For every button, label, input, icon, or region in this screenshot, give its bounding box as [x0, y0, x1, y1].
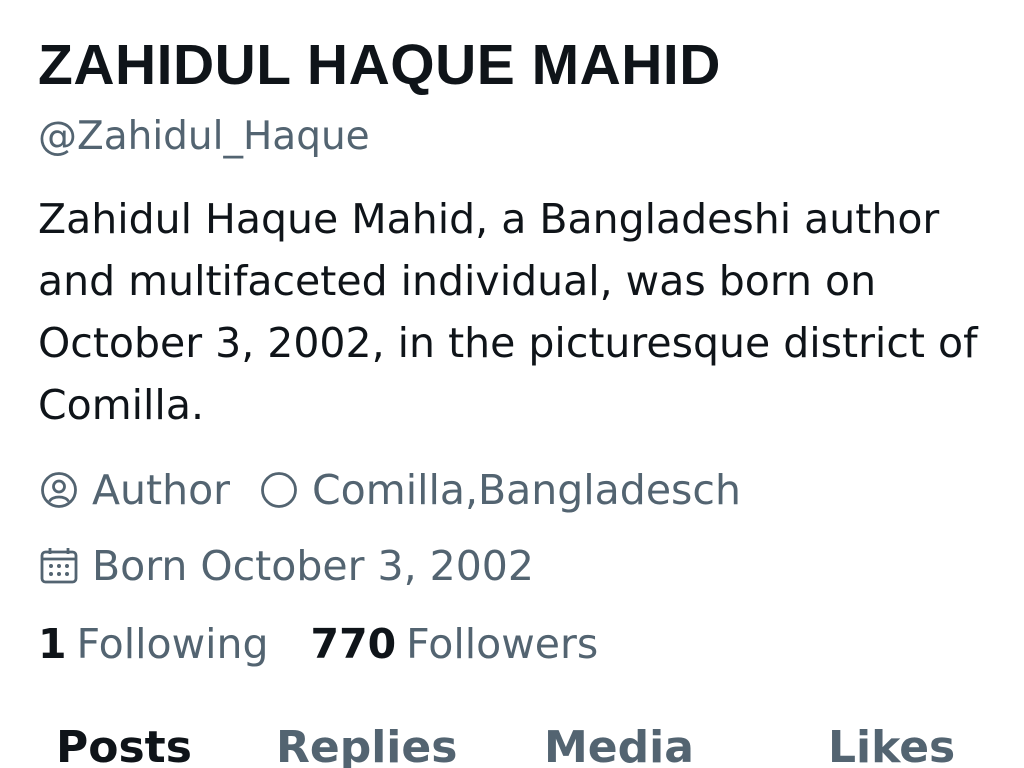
- calendar-icon: [38, 545, 80, 587]
- profile-birth-label: Born October 3, 2002: [92, 542, 534, 590]
- profile-birth-row: Born October 3, 2002: [38, 538, 534, 594]
- tab-posts[interactable]: Posts: [56, 718, 192, 768]
- followers-count: 770: [310, 620, 397, 668]
- professional-category-icon: [38, 469, 80, 511]
- tab-media[interactable]: Media: [544, 718, 694, 768]
- profile-birth: Born October 3, 2002: [38, 538, 534, 594]
- profile-display-name: ZAHIDUL HAQUE MAHID: [38, 33, 721, 97]
- profile-bio: Zahidul Haque Mahid, a Bangladeshi autho…: [38, 195, 978, 429]
- following-label: Following: [76, 620, 269, 668]
- followers-link[interactable]: 770 Followers: [311, 616, 599, 672]
- profile-tabs: Posts Replies Media Likes: [0, 718, 1024, 768]
- profile-stats: 1 Following 770 Followers: [38, 616, 598, 672]
- profile-category: Author: [38, 462, 230, 518]
- followers-label: Followers: [406, 620, 599, 668]
- following-link[interactable]: 1 Following: [38, 616, 269, 672]
- profile-meta-row: Author Comilla,Bangladesch: [38, 462, 741, 518]
- following-count: 1: [38, 620, 67, 668]
- profile-location: Comilla,Bangladesch: [258, 462, 741, 518]
- profile-handle: @Zahidul_Haque: [38, 114, 370, 159]
- tab-replies[interactable]: Replies: [276, 718, 457, 768]
- tab-likes[interactable]: Likes: [828, 718, 955, 768]
- location-icon: [258, 469, 300, 511]
- profile-location-label: Comilla,Bangladesch: [312, 466, 741, 514]
- profile-category-label: Author: [92, 466, 231, 514]
